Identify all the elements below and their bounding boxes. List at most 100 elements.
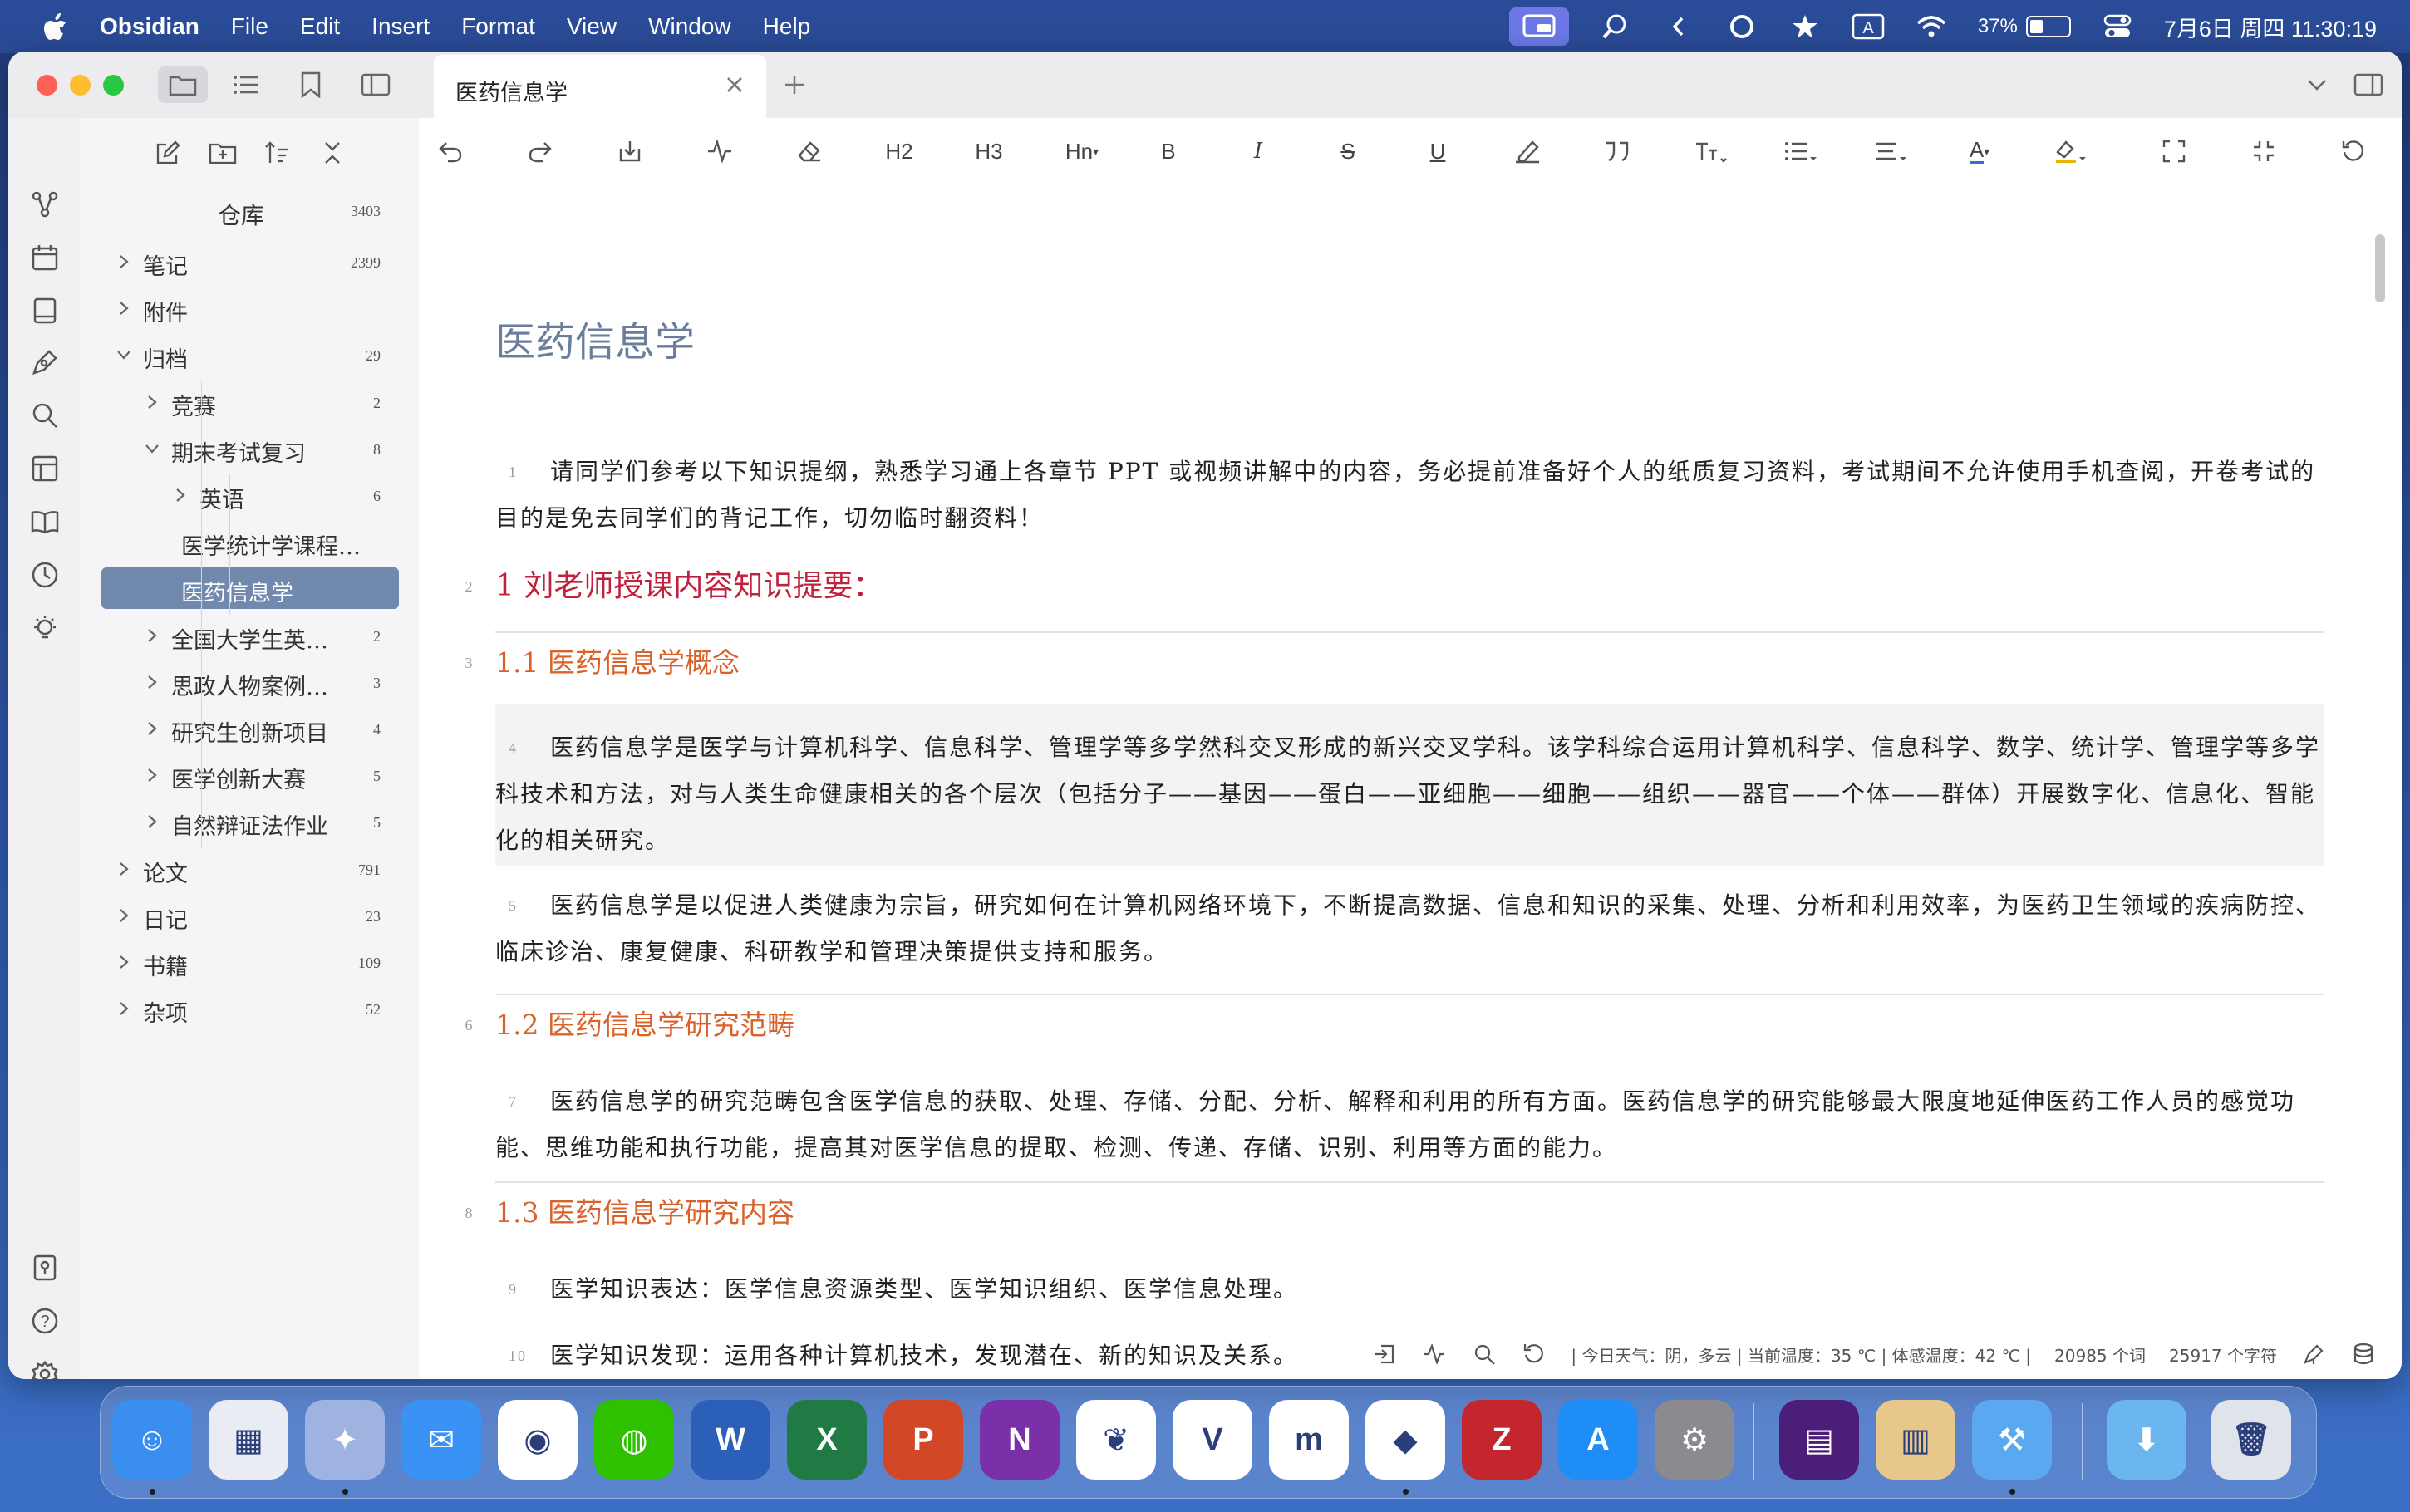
spotlight-search-icon[interactable] [1599, 10, 1632, 43]
new-note-icon[interactable] [150, 135, 186, 171]
book-open-icon[interactable] [27, 503, 63, 540]
chevron-right-icon[interactable] [143, 719, 161, 738]
align-icon[interactable] [1865, 133, 1915, 169]
folder-item[interactable]: 笔记 2399 [81, 241, 419, 284]
sync-status-icon[interactable] [1521, 1341, 1547, 1367]
menu-edit[interactable]: Edit [300, 13, 340, 40]
chevron-right-icon[interactable] [115, 253, 133, 271]
paragraph[interactable]: 9 医学知识表达：医学信息资源类型、医学知识组织、医学信息处理。 [495, 1266, 2324, 1313]
bold-button[interactable]: B [1147, 133, 1190, 169]
lightbulb-icon[interactable] [27, 610, 63, 646]
note-inline-title[interactable]: 医药信息学 [495, 309, 695, 367]
highlighter-pen-icon[interactable] [1506, 133, 1549, 169]
app-cleaner-icon[interactable]: ✦ [305, 1400, 385, 1480]
sort-order-icon[interactable] [259, 135, 296, 171]
input-source-icon[interactable]: A [1852, 10, 1885, 43]
folder-item[interactable]: 全国大学生英语… 2 [81, 615, 419, 658]
lanhu-icon[interactable]: m [1269, 1400, 1349, 1480]
strikethrough-button[interactable]: S [1326, 133, 1370, 169]
system-settings-icon[interactable]: ⚙ [1655, 1400, 1734, 1480]
folder-item[interactable]: 论文 791 [81, 848, 419, 891]
word-icon[interactable]: W [691, 1400, 770, 1480]
help-icon[interactable]: ? [27, 1303, 63, 1339]
menu-format[interactable]: Format [461, 13, 535, 40]
downloads-folder-icon[interactable]: ⬇ [2107, 1400, 2186, 1480]
folder-item[interactable]: 杂项 52 [81, 988, 419, 1031]
menu-file[interactable]: File [231, 13, 268, 40]
chevron-right-icon[interactable] [115, 953, 133, 971]
app-store-icon[interactable]: A [1558, 1400, 1638, 1480]
menu-view[interactable]: View [567, 13, 617, 40]
wechat-icon[interactable]: ◍ [594, 1400, 674, 1480]
feishu-icon[interactable]: ❦ [1076, 1400, 1156, 1480]
menu-window[interactable]: Window [648, 13, 731, 40]
chevron-right-icon[interactable] [171, 486, 189, 504]
heading-n-button[interactable]: Hn ▾ [1057, 133, 1107, 169]
launchpad-icon[interactable]: ▦ [209, 1400, 288, 1480]
heading[interactable]: 6 1.2 医药信息学研究范畴 [465, 1002, 2324, 1048]
italic-button[interactable]: I [1237, 133, 1280, 169]
tab-list-dropdown[interactable] [2299, 66, 2335, 103]
battery-status[interactable]: 37% [1978, 15, 2071, 38]
finder-icon[interactable]: ☺ [112, 1400, 192, 1480]
chevron-right-icon[interactable] [143, 626, 161, 645]
right-sidebar-toggle[interactable] [2350, 66, 2387, 103]
menu-help[interactable]: Help [763, 13, 811, 40]
fullscreen-expand-icon[interactable] [2152, 133, 2196, 169]
folder-item[interactable]: 医学创新大赛 5 [81, 754, 419, 798]
menu-insert[interactable]: Insert [371, 13, 430, 40]
terminal-app-icon[interactable]: ▤ [1779, 1400, 1859, 1480]
editor-scrollbar[interactable] [2375, 234, 2385, 302]
folder-item[interactable]: 日记 23 [81, 895, 419, 938]
onenote-icon[interactable]: N [980, 1400, 1060, 1480]
outline-view-button[interactable] [221, 66, 271, 103]
folder-item[interactable]: 研究生创新项目 4 [81, 708, 419, 751]
folder-item[interactable]: 英语 6 [81, 474, 419, 518]
folder-item[interactable]: 期末考试复习 8 [81, 428, 419, 471]
undo-icon[interactable] [429, 133, 472, 169]
chevron-down-icon[interactable] [115, 346, 133, 364]
minimize-window-button[interactable] [70, 75, 91, 96]
table-icon[interactable] [27, 450, 63, 487]
folder-item[interactable]: 思政人物案例编写 3 [81, 661, 419, 704]
heading[interactable]: 8 1.3 医药信息学研究内容 [465, 1190, 2324, 1236]
menu-app-name[interactable]: Obsidian [100, 13, 199, 40]
star-icon[interactable] [1788, 10, 1822, 43]
redo-icon[interactable] [519, 133, 562, 169]
paragraph[interactable]: 5 医药信息学是以促进人类健康为宗旨，研究如何在计算机网络环境下，不断提高数据、信… [495, 882, 2324, 975]
folder-item[interactable]: 竞赛 2 [81, 381, 419, 425]
heading[interactable]: 3 1.1 医药信息学概念 [465, 640, 2324, 686]
vault-switcher-icon[interactable] [27, 1249, 63, 1286]
toggle-sidebar-button[interactable] [351, 66, 401, 103]
mail-icon[interactable]: ✉ [401, 1400, 481, 1480]
zoom-window-button[interactable] [103, 75, 124, 96]
new-tab-button[interactable] [776, 66, 813, 103]
folder-item[interactable]: 自然辩证法作业 5 [81, 801, 419, 844]
file-item[interactable]: 医药信息学 [81, 567, 419, 611]
close-window-button[interactable] [37, 75, 57, 96]
wifi-icon[interactable] [1915, 10, 1948, 43]
zotero-icon[interactable]: Z [1462, 1400, 1542, 1480]
chevron-left-icon[interactable] [1662, 10, 1695, 43]
obsidian-icon[interactable]: ◆ [1365, 1400, 1445, 1480]
graph-view-icon[interactable] [27, 186, 63, 223]
chevron-right-icon[interactable] [115, 999, 133, 1018]
excel-icon[interactable]: X [787, 1400, 867, 1480]
heading[interactable]: 2 1 刘老师授课内容知识提要： [465, 563, 2324, 610]
qq-icon[interactable]: ◉ [498, 1400, 578, 1480]
paragraph[interactable]: 1 请同学们参考以下知识提纲，熟悉学习通上各章节 PPT 或视频讲解中的内容，务必… [495, 449, 2324, 542]
collapse-all-icon[interactable] [314, 135, 351, 171]
chevron-right-icon[interactable] [143, 393, 161, 411]
ink-status-icon[interactable] [2300, 1341, 2327, 1367]
eraser-icon[interactable] [788, 133, 831, 169]
search-icon[interactable] [27, 397, 63, 434]
circle-status-icon[interactable] [1725, 10, 1758, 43]
fullscreen-collapse-icon[interactable] [2242, 133, 2285, 169]
notebook-icon[interactable] [27, 292, 63, 329]
list-format-icon[interactable] [1775, 133, 1825, 169]
files-view-button[interactable] [158, 66, 208, 103]
trash-icon[interactable]: 🗑 [2211, 1400, 2291, 1480]
xcode-beta-icon[interactable]: ⚒ [1972, 1400, 2052, 1480]
apple-menu-icon[interactable] [37, 7, 75, 46]
refresh-icon[interactable] [2332, 133, 2375, 169]
